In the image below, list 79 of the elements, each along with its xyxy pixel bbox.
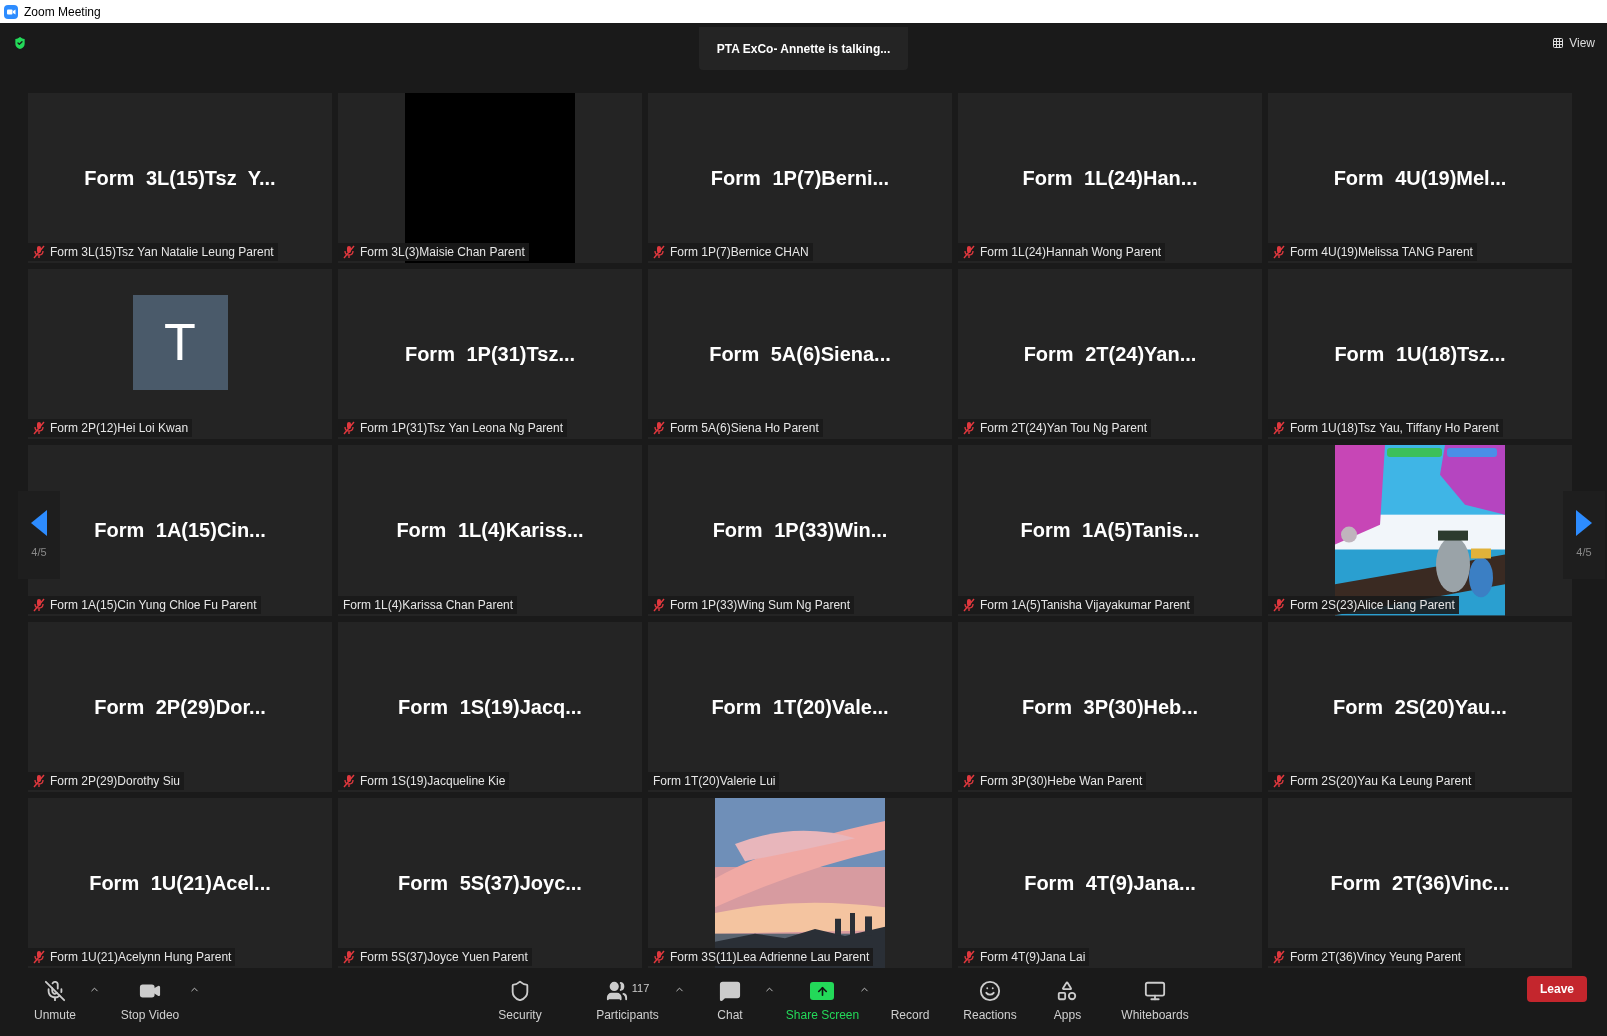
participant-name: Form 1L(4)Kariss... (396, 518, 584, 544)
view-button[interactable]: View (1552, 34, 1595, 52)
monitor-icon (1144, 980, 1166, 1002)
people-icon (605, 980, 628, 1002)
participant-name: Form 5A(6)Siena... (709, 342, 891, 368)
participant-name: Form 1S(19)Jacq... (398, 694, 582, 720)
participant-label: Form 2P(12)Hei Loi Kwan (50, 420, 189, 438)
participant-name: Form 2P(29)Dor... (94, 694, 266, 720)
participant-label: Form 1L(4)Karissa Chan Parent (343, 596, 514, 614)
participant-count: 117 (631, 981, 650, 996)
left-triangle-icon (31, 509, 47, 536)
toolbar-button[interactable]: Apps (1049, 980, 1086, 1024)
participant-name: Form 2T(24)Yan... (1023, 342, 1197, 368)
participant-label: Form 2T(36)Vincy Yeung Parent (1290, 949, 1462, 966)
participant-name: Form 1T(20)Vale... (711, 694, 889, 720)
participant-label: Form 3S(11)Lea Adrienne Lau Parent (670, 949, 870, 966)
leave-button[interactable]: Leave (1527, 976, 1587, 1002)
participant-name: Form 1P(31)Tsz... (404, 342, 576, 368)
participant-name: Form 2T(36)Vinc... (1330, 870, 1510, 896)
participant-name: Form 5S(37)Joyc... (398, 870, 582, 896)
shield-icon (509, 980, 531, 1002)
toolbar-button[interactable]: Stop Video (116, 980, 184, 1024)
participant-label: Form 1P(7)Bernice CHAN (670, 244, 809, 262)
toolbar-button[interactable]: Record (886, 980, 934, 1024)
muted-mic-icon (44, 980, 66, 1002)
camera-app-icon (4, 4, 18, 19)
participant-name: Form 1P(33)Win... (712, 518, 888, 544)
toolbar-button[interactable]: 117 Participants (592, 980, 663, 1024)
participant-label: Form 2S(23)Alice Liang Parent (1290, 596, 1455, 614)
chat-bubble-icon (719, 980, 741, 1002)
participant-label: Form 2P(29)Dorothy Siu (50, 772, 181, 790)
next-page-button[interactable] (1576, 509, 1592, 536)
right-triangle-icon (1576, 509, 1592, 536)
participant-label: Form 1P(31)Tsz Yan Leona Ng Parent (360, 420, 563, 438)
smiley-icon (979, 980, 1001, 1002)
toolbar-button[interactable]: Unmute (30, 980, 80, 1024)
participant-name: Form 4U(19)Mel... (1333, 166, 1507, 192)
participant-label: Form 5A(6)Siena Ho Parent (670, 420, 819, 438)
participant-label: Form 2S(20)Yau Ka Leung Parent (1290, 772, 1472, 790)
participant-label: Form 1S(19)Jacqueline Kie (360, 772, 506, 790)
page-indicator: 4/5 (31, 544, 47, 560)
participant-label: Form 1U(21)Acelynn Hung Parent (50, 949, 232, 966)
participant-label: Form 1L(24)Hannah Wong Parent (980, 244, 1162, 262)
toolbar-button[interactable]: Whiteboards (1117, 980, 1193, 1024)
share-screen-icon (810, 982, 835, 1000)
shapes-icon (1056, 980, 1079, 1002)
toolbar-button[interactable]: Reactions (959, 980, 1021, 1024)
participant-label: Form 3L(3)Maisie Chan Parent (360, 244, 525, 262)
participant-label: Form 2T(24)Yan Tou Ng Parent (980, 420, 1147, 438)
previous-page-button[interactable] (31, 509, 47, 536)
speaker-banner: PTA ExCo- Annette is talking... (698, 27, 909, 70)
participant-name: Form 4T(9)Jana... (1024, 870, 1196, 896)
encryption-shield-icon (12, 35, 28, 51)
participant-name: Form 1U(21)Acel... (89, 870, 271, 896)
participant-name: Form 1L(24)Han... (1022, 166, 1198, 192)
participant-label: Form 1A(5)Tanisha Vijayakumar Parent (980, 596, 1190, 614)
participant-name: Form 2S(20)Yau... (1333, 694, 1507, 720)
participant-label: Form 3P(30)Hebe Wan Parent (980, 772, 1143, 790)
page-indicator: 4/5 (1576, 544, 1592, 560)
participant-name: Form 3L(15)Tsz Y... (84, 166, 276, 192)
participant-label: Form 1T(20)Valerie Lui (653, 772, 776, 790)
participant-label: Form 4U(19)Melissa TANG Parent (1290, 244, 1473, 262)
participant-label: Form 1U(18)Tsz Yau, Tiffany Ho Parent (1290, 420, 1499, 438)
toolbar-button[interactable]: Share Screen (781, 980, 864, 1024)
participant-label: Form 1A(15)Cin Yung Chloe Fu Parent (50, 596, 257, 614)
participant-name: Form 1A(15)Cin... (94, 518, 266, 544)
window-title: Zoom Meeting (24, 3, 101, 21)
participant-label: Form 5S(37)Joyce Yuen Parent (360, 949, 528, 966)
participant-label: Form 3L(15)Tsz Yan Natalie Leung Parent (50, 244, 274, 262)
participant-label: Form 1P(33)Wing Sum Ng Parent (670, 596, 851, 614)
grid-icon (1552, 37, 1565, 49)
participant-name: Form 1U(18)Tsz... (1334, 342, 1506, 368)
participant-name: Form 1A(5)Tanis... (1020, 518, 1200, 544)
participant-name: Form 1P(7)Berni... (710, 166, 890, 192)
toolbar-button[interactable]: Security (494, 980, 546, 1024)
avatar-tile: T (132, 294, 228, 390)
participant-name: Form 3P(30)Heb... (1021, 694, 1198, 720)
participant-label: Form 4T(9)Jana Lai (980, 949, 1086, 966)
toolbar-button[interactable]: Chat (713, 980, 747, 1024)
